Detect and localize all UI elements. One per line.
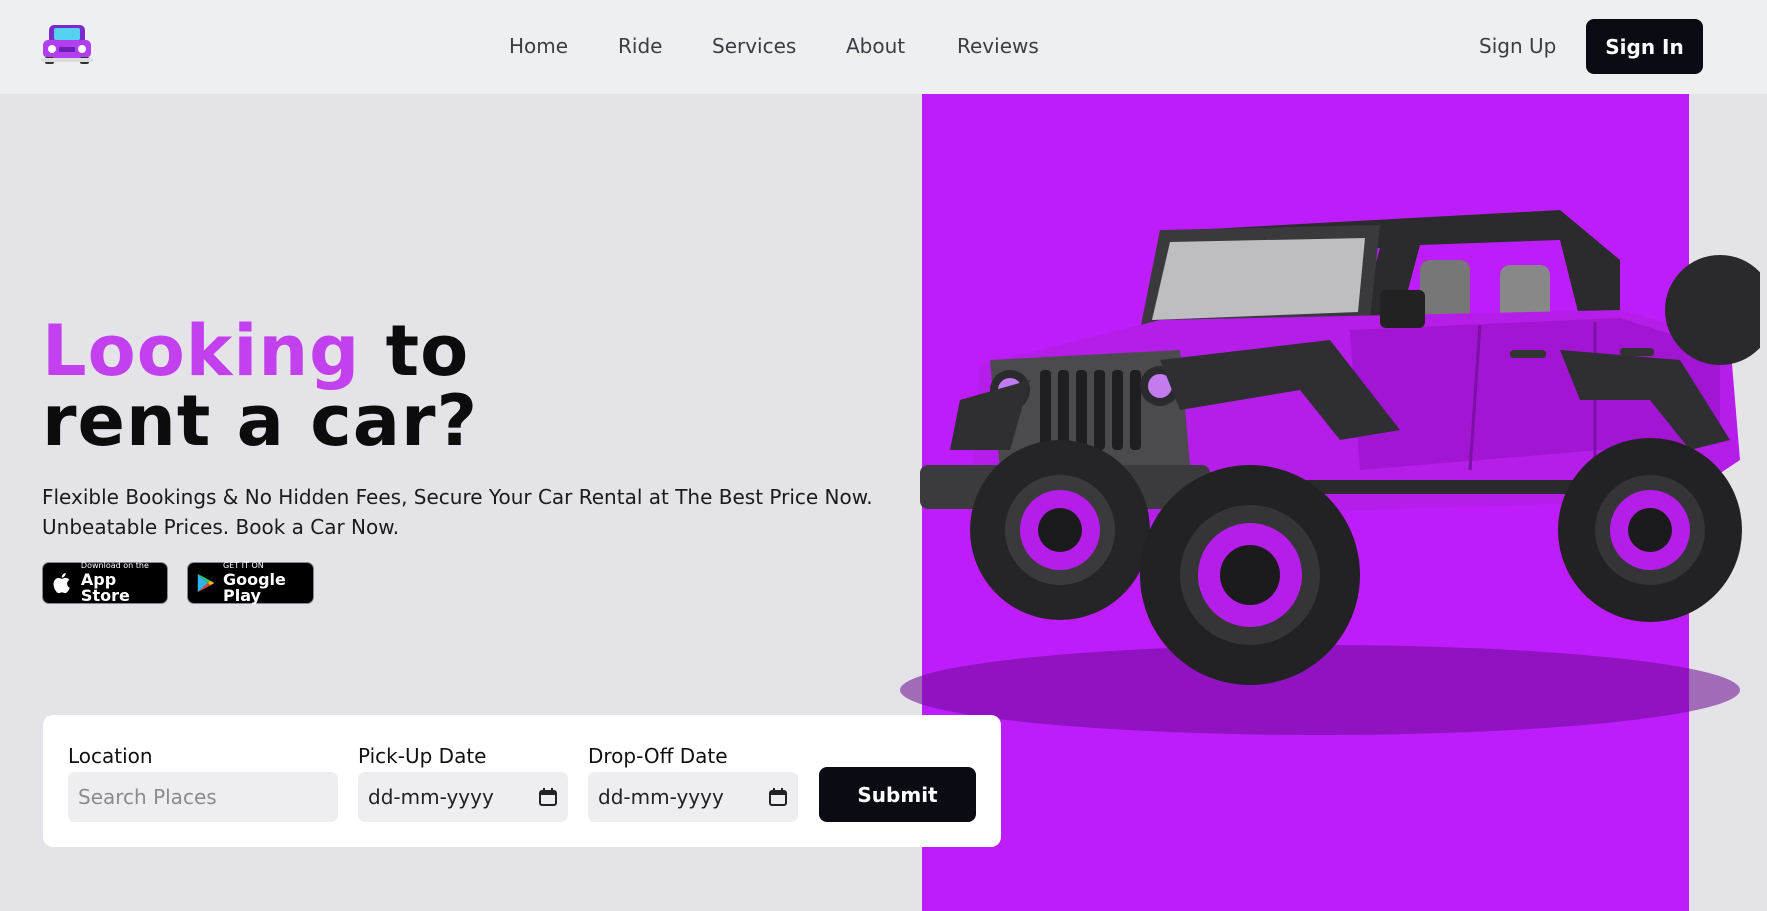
nav-reviews[interactable]: Reviews bbox=[957, 34, 1039, 58]
purple-jeep-image bbox=[900, 210, 1760, 735]
dropoff-date-input[interactable]: dd-mm-yyyy bbox=[588, 772, 798, 822]
app-store-badge[interactable]: Download on the App Store bbox=[42, 562, 168, 604]
hero-headline: Looking to rent a car? bbox=[42, 316, 478, 456]
nav-home[interactable]: Home bbox=[509, 34, 568, 58]
booking-form: Location Search Places Pick-Up Date dd-m… bbox=[43, 715, 1001, 847]
dropoff-date-value: dd-mm-yyyy bbox=[598, 785, 724, 809]
subtext-line1: Flexible Bookings & No Hidden Fees, Secu… bbox=[42, 485, 873, 509]
pickup-date-label: Pick-Up Date bbox=[358, 744, 487, 768]
nav-about[interactable]: About bbox=[846, 34, 905, 58]
google-play-badge[interactable]: GET IT ON Google Play bbox=[187, 562, 314, 604]
nav-ride[interactable]: Ride bbox=[618, 34, 662, 58]
google-play-small: GET IT ON bbox=[222, 561, 264, 570]
submit-button[interactable]: Submit bbox=[819, 767, 976, 822]
apple-icon bbox=[53, 573, 70, 594]
subtext-line2: Unbeatable Prices. Book a Car Now. bbox=[42, 515, 400, 539]
google-play-big: Google Play bbox=[222, 570, 286, 605]
nav-services[interactable]: Services bbox=[712, 34, 796, 58]
location-label: Location bbox=[68, 744, 153, 768]
app-store-big: App Store bbox=[80, 570, 130, 605]
sign-in-button[interactable]: Sign In bbox=[1586, 19, 1703, 74]
top-navbar: Home Ride Services About Reviews Sign Up… bbox=[0, 0, 1767, 94]
sign-up-link[interactable]: Sign Up bbox=[1479, 34, 1556, 58]
dropoff-date-label: Drop-Off Date bbox=[588, 744, 728, 768]
google-play-icon bbox=[197, 573, 215, 593]
calendar-icon[interactable] bbox=[768, 787, 788, 807]
hero-subtext: Flexible Bookings & No Hidden Fees, Secu… bbox=[42, 482, 902, 542]
app-store-small: Download on the bbox=[80, 561, 149, 570]
location-search-input[interactable]: Search Places bbox=[68, 772, 338, 822]
pickup-date-input[interactable]: dd-mm-yyyy bbox=[358, 772, 568, 822]
calendar-icon[interactable] bbox=[538, 787, 558, 807]
headline-line2: rent a car? bbox=[42, 380, 479, 462]
pickup-date-value: dd-mm-yyyy bbox=[368, 785, 494, 809]
